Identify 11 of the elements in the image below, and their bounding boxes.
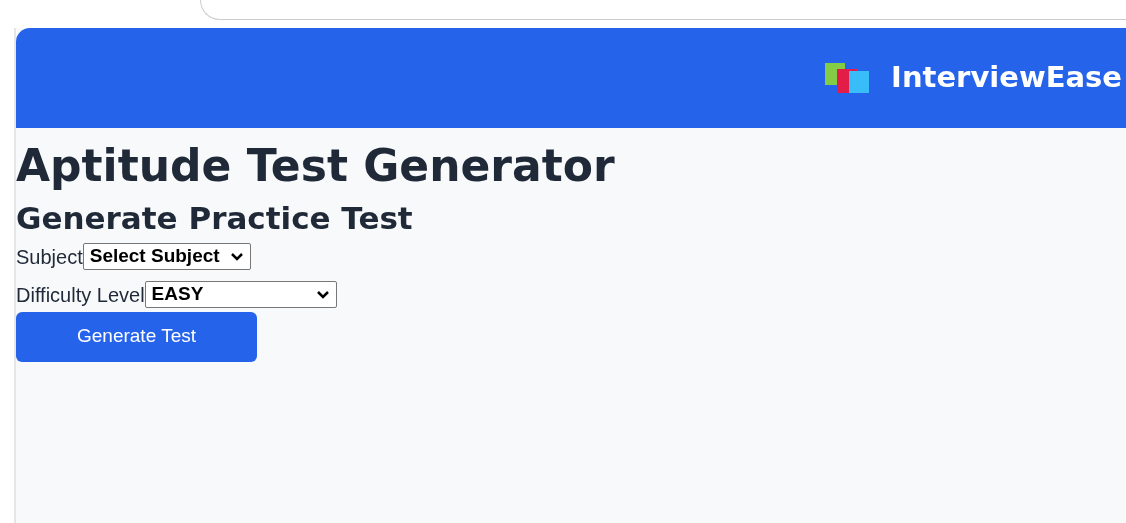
page-title: Aptitude Test Generator xyxy=(16,142,616,191)
chevron-down-icon xyxy=(315,290,330,300)
brand-name[interactable]: InterviewEase xyxy=(891,56,1122,100)
section-title: Generate Practice Test xyxy=(16,200,414,238)
field-label: Subject xyxy=(16,244,83,270)
field-label: Difficulty Level xyxy=(16,282,145,308)
select-field[interactable]: EASY xyxy=(144,281,337,309)
select-field[interactable]: Select Subject xyxy=(82,243,251,271)
books-icon xyxy=(823,61,872,95)
chevron-down-icon xyxy=(229,252,244,262)
generate-test-button[interactable]: Generate Test xyxy=(16,311,257,362)
